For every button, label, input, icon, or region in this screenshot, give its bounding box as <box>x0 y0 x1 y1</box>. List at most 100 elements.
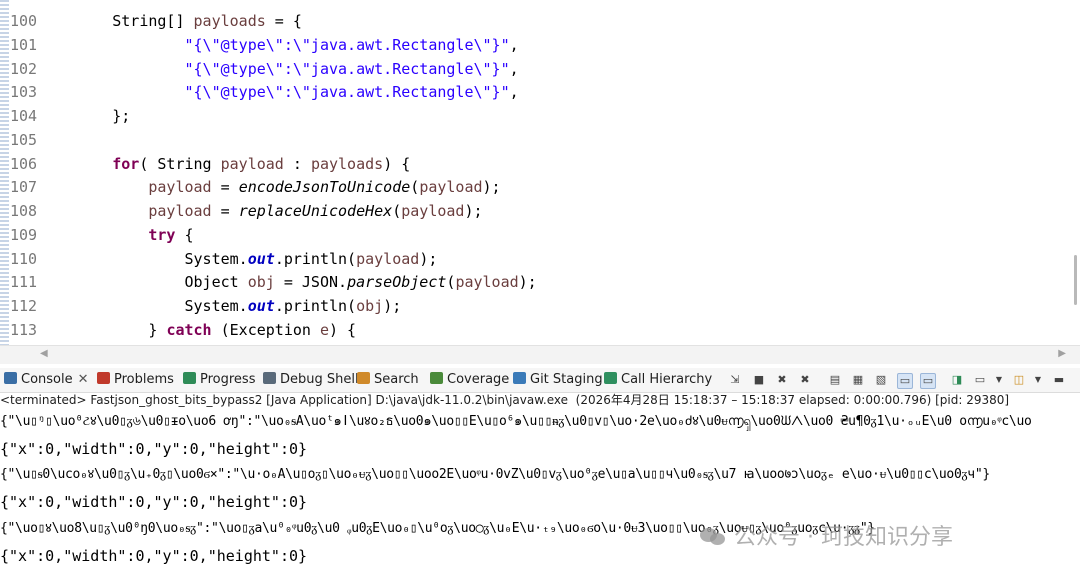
code-token: ); <box>482 178 501 197</box>
code-text: payload = replaceUnicodeHex(payload); <box>40 199 482 223</box>
code-token: } <box>40 320 167 339</box>
tab-problems[interactable]: Problems <box>97 371 174 389</box>
code-token: ); <box>383 297 402 315</box>
code-line: 112 System.out.println(obj); <box>0 294 1070 318</box>
line-number: 113 <box>10 320 38 339</box>
code-token: ( <box>392 202 402 220</box>
code-text: } catch (Exception e) { <box>40 318 356 342</box>
code-token: payload <box>148 202 212 220</box>
code-token: "{\"@type\":\"java.awt.Rectangle\"}" <box>184 83 510 102</box>
pin-console-icon[interactable]: ⇲ <box>728 373 742 387</box>
chevron-down-icon[interactable]: ▼ <box>992 373 1006 387</box>
code-token: "{\"@type\":\"java.awt.Rectangle\"}" <box>184 35 510 54</box>
code-text: "{\"@type\":\"java.awt.Rectangle\"}", <box>40 57 519 81</box>
console-line: {"x":0,"width":0,"y":0,"height":0} <box>0 493 308 512</box>
show-on-stderr-icon[interactable]: ▭ <box>920 373 936 389</box>
call-hierarchy-icon <box>604 372 617 384</box>
code-token: ) { <box>329 320 357 339</box>
close-icon[interactable]: ✕ <box>78 372 89 387</box>
line-number: 111 <box>10 273 38 292</box>
tab-call-hierarchy[interactable]: Call Hierarchy <box>604 371 712 389</box>
code-text: System.out.println(payload); <box>40 247 437 271</box>
pin-icon[interactable]: ◨ <box>950 373 964 387</box>
search-icon <box>357 372 370 384</box>
editor-vertical-scrollbar[interactable] <box>1074 255 1077 305</box>
scroll-lock-icon[interactable]: ▦ <box>851 373 865 387</box>
code-token: replaceUnicodeHex <box>238 202 393 220</box>
debug-shell-icon <box>263 372 276 384</box>
word-wrap-icon[interactable]: ▧ <box>874 373 888 387</box>
line-number: 112 <box>10 297 38 315</box>
code-token: payload <box>220 154 284 173</box>
line-number: 110 <box>10 249 38 268</box>
code-line: 101 "{\"@type\":\"java.awt.Rectangle\"}"… <box>0 33 1070 57</box>
code-token: ( <box>410 178 420 197</box>
line-number: 106 <box>10 154 38 173</box>
code-text: "{\"@type\":\"java.awt.Rectangle\"}", <box>40 33 519 57</box>
git-staging-icon <box>513 372 526 384</box>
tab-search[interactable]: Search <box>357 371 419 389</box>
code-line: 109 try { <box>0 223 1070 247</box>
console-line: {"x":0,"width":0,"y":0,"height":0} <box>0 439 308 458</box>
code-line: 108 payload = replaceUnicodeHex(payload)… <box>0 199 1070 223</box>
problems-icon <box>97 372 110 384</box>
coverage-icon <box>430 372 443 384</box>
line-number: 100 <box>10 12 38 30</box>
clear-console-icon[interactable]: ▤ <box>828 373 842 387</box>
console-line: {"\u▯ᵴ0\uco₀४\u0▯ᵹ\u₊0ᵹ▯\uo0ϭ×":"\u·o₀A\… <box>0 467 990 483</box>
remove-all-launches-icon[interactable]: ✖ <box>798 373 812 387</box>
view-menu-icon[interactable]: ▬ <box>1052 373 1066 387</box>
scroll-left-icon[interactable]: ◀ <box>40 348 48 359</box>
code-editor[interactable]: 100 String[] payloads = {101 "{\"@type\"… <box>0 0 1080 345</box>
code-token: (Exception <box>211 320 320 339</box>
code-token: { <box>175 225 194 244</box>
code-line: 106 for( String payload : payloads) { <box>0 152 1070 176</box>
code-line: 100 String[] payloads = { <box>0 9 1070 33</box>
scroll-right-icon[interactable]: ▶ <box>1058 348 1066 359</box>
code-token: payload <box>419 178 483 197</box>
code-token: payload <box>148 178 212 197</box>
tab-coverage[interactable]: Coverage <box>430 371 509 389</box>
code-text: try { <box>40 223 194 247</box>
code-token: encodeJsonToUnicode <box>238 178 411 197</box>
line-number: 107 <box>10 178 38 197</box>
console-line: {"\u▯ᵑ▯\uo⁰ટ४\u0▯ᵹ৬\u0▯ᵻo\uo6 ơ​ŋ":"\uo₀… <box>0 414 1032 429</box>
code-token: , <box>509 83 519 102</box>
tab-debug-shell[interactable]: Debug Shell <box>263 371 359 389</box>
code-token: obj <box>247 273 275 292</box>
code-token: out <box>247 249 275 268</box>
tab-console[interactable]: Console ✕ <box>4 371 89 389</box>
code-token: ( String <box>139 154 221 173</box>
wechat-icon <box>700 526 726 546</box>
line-number: 101 <box>10 35 38 54</box>
tab-progress[interactable]: Progress <box>183 371 255 389</box>
line-number: 109 <box>10 225 38 244</box>
code-text: "{\"@type\":\"java.awt.Rectangle\"}", <box>40 80 519 104</box>
code-line: 105 <box>0 128 1070 152</box>
editor-horizontal-scrollbar[interactable]: ◀ ▶ <box>0 345 1080 364</box>
chevron-down-icon[interactable]: ▼ <box>1031 373 1045 387</box>
remove-launch-icon[interactable]: ✖ <box>775 373 789 387</box>
line-number: 108 <box>10 202 38 220</box>
tab-label: Console <box>21 372 73 387</box>
code-token: e <box>319 320 329 339</box>
code-token: System. <box>40 297 248 315</box>
code-token: ); <box>419 249 438 268</box>
terminate-icon[interactable]: ■ <box>752 373 766 387</box>
code-line: 113 } catch (Exception e) { <box>0 318 1070 342</box>
display-selected-console-icon[interactable]: ▭ <box>973 373 987 387</box>
code-token: , <box>509 35 519 54</box>
open-console-icon[interactable]: ◫ <box>1012 373 1026 387</box>
code-token: .println( <box>274 297 357 315</box>
line-number: 103 <box>10 83 38 102</box>
code-token: System. <box>40 249 248 268</box>
show-on-stdout-icon[interactable]: ▭ <box>897 373 913 389</box>
code-text: }; <box>40 104 130 128</box>
code-line: 103 "{\"@type\":\"java.awt.Rectangle\"}"… <box>0 80 1070 104</box>
code-token: = JSON. <box>274 273 348 292</box>
tab-git-staging[interactable]: Git Staging <box>513 371 603 389</box>
